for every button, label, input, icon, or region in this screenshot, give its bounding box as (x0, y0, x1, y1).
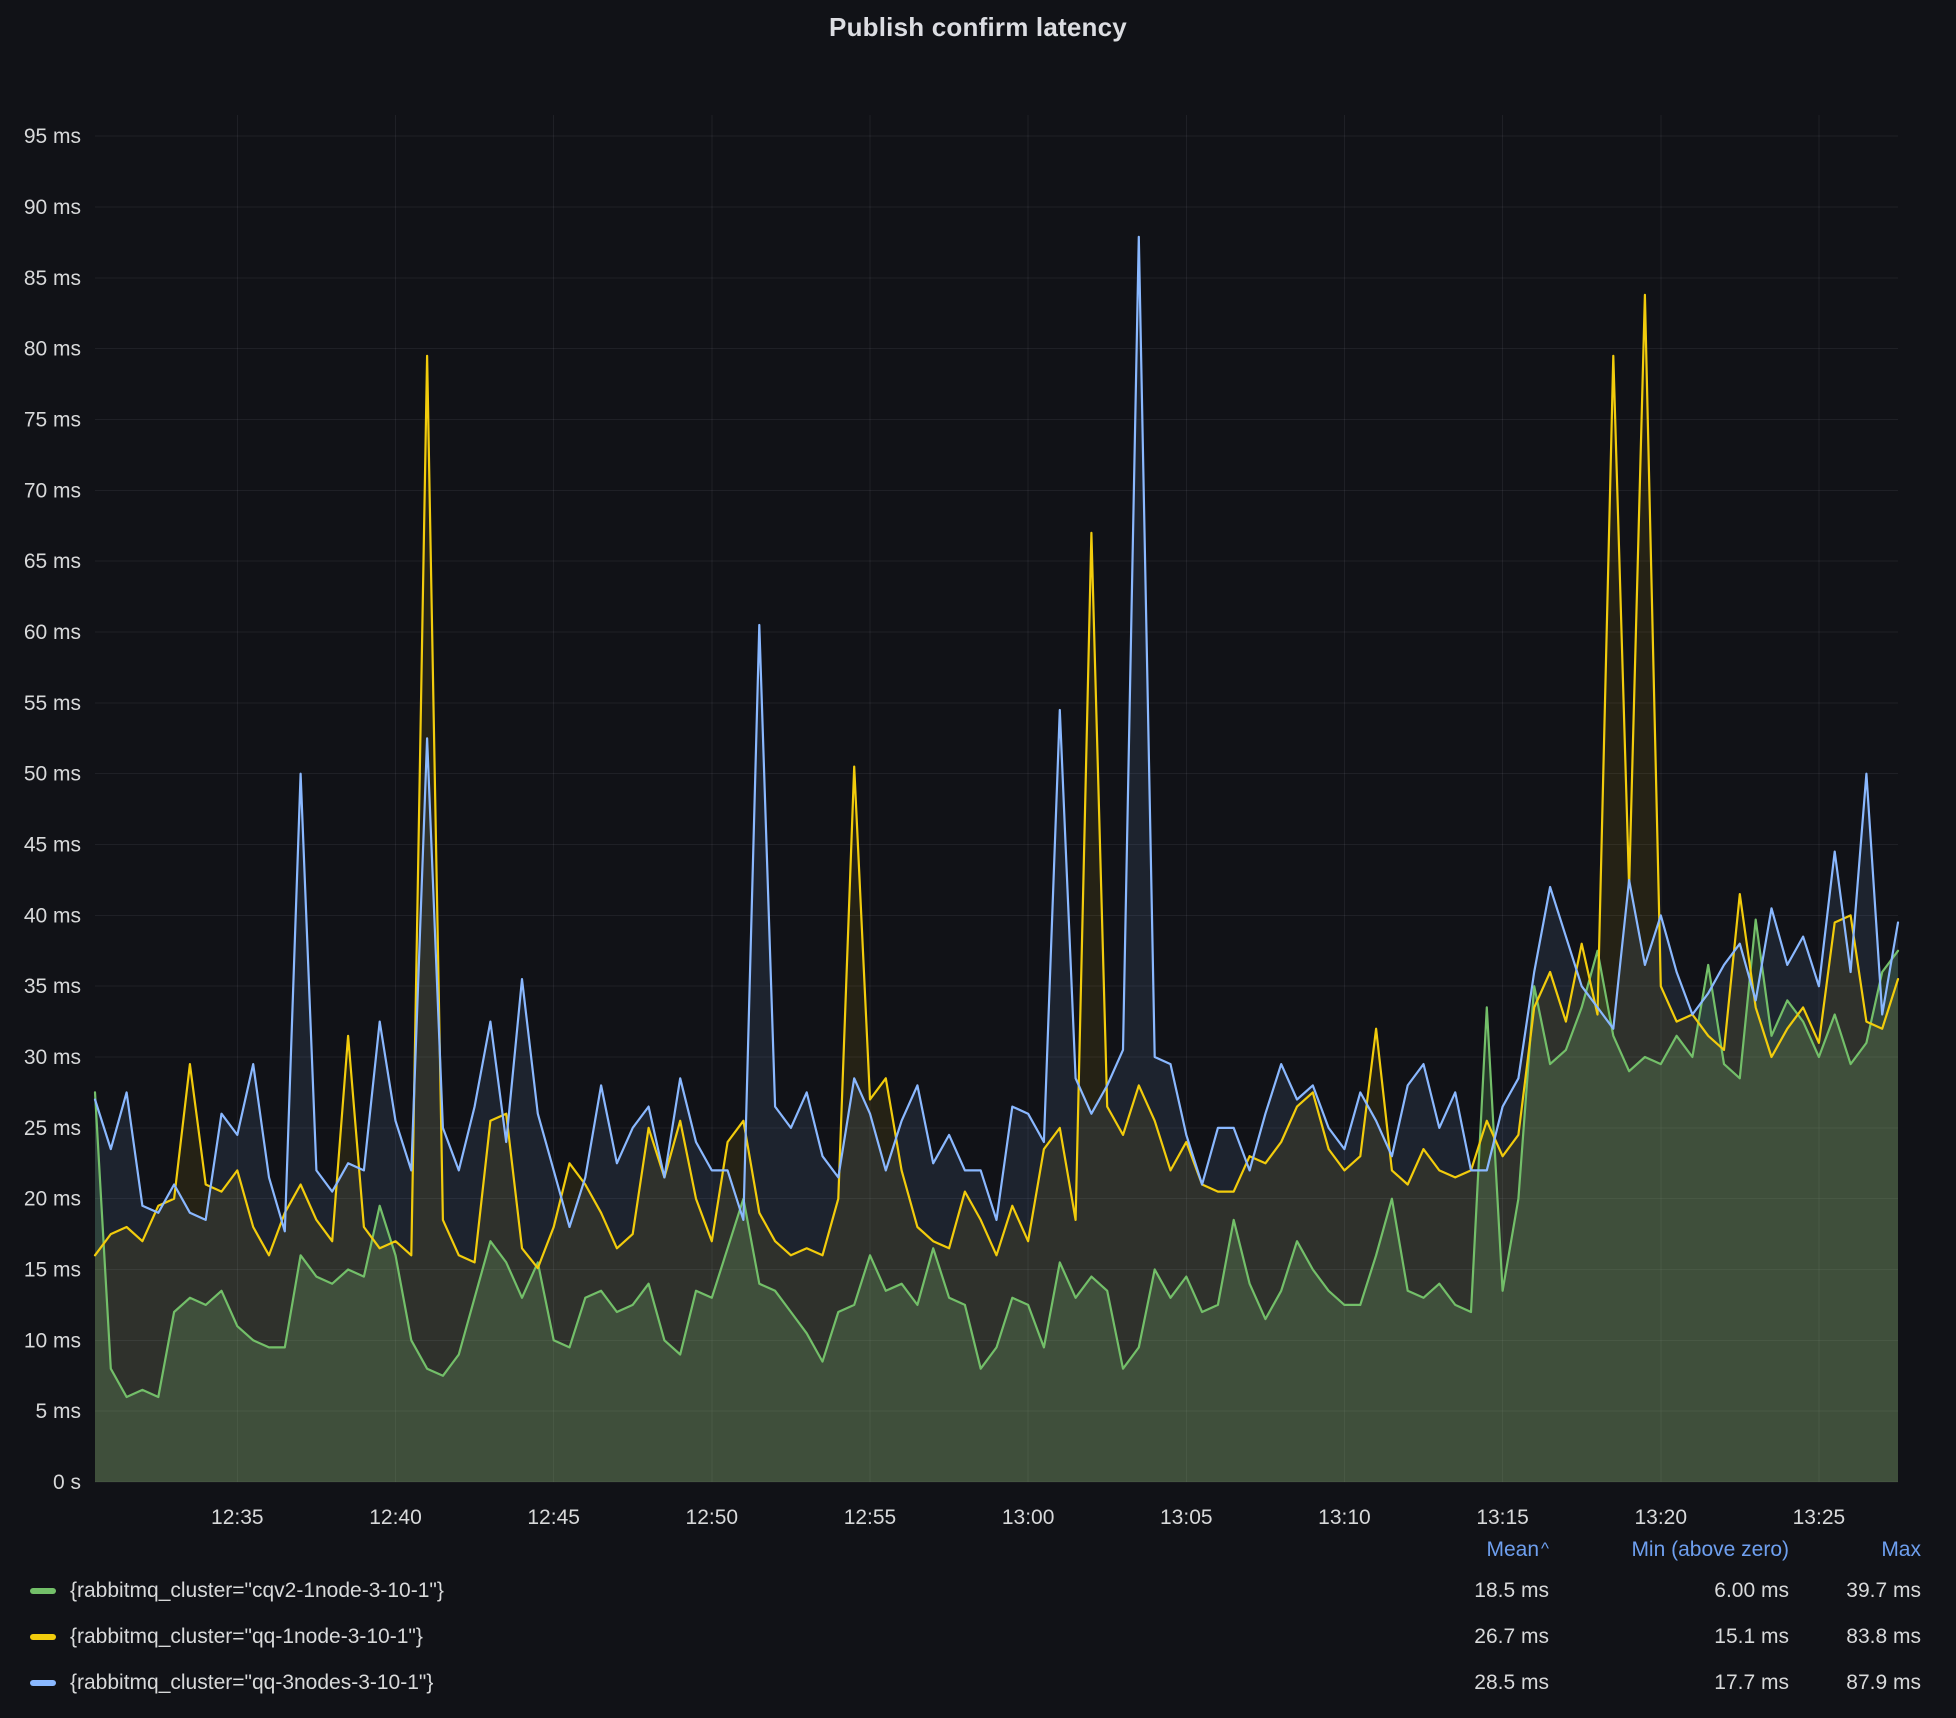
y-tick-label: 0 s (53, 1471, 81, 1494)
y-tick-label: 85 ms (24, 267, 81, 290)
series-max-value: 87.9 ms (1789, 1671, 1921, 1695)
y-tick-label: 20 ms (24, 1188, 81, 1211)
legend: Mean^ Min (above zero) Max {rabbitmq_clu… (0, 1532, 1956, 1706)
series-label[interactable]: {rabbitmq_cluster="cqv2-1node-3-10-1"} (70, 1579, 1399, 1603)
legend-header-row: Mean^ Min (above zero) Max (0, 1532, 1956, 1568)
y-tick-label: 5 ms (35, 1400, 81, 1423)
y-tick-label: 75 ms (24, 409, 81, 432)
series-label[interactable]: {rabbitmq_cluster="qq-3nodes-3-10-1"} (70, 1671, 1399, 1695)
y-tick-label: 60 ms (24, 621, 81, 644)
x-tick-label: 12:55 (844, 1506, 897, 1529)
x-tick-label: 12:35 (211, 1506, 264, 1529)
y-tick-label: 65 ms (24, 550, 81, 573)
y-tick-label: 15 ms (24, 1259, 81, 1282)
series-swatch-green[interactable] (30, 1588, 56, 1594)
y-tick-label: 50 ms (24, 763, 81, 786)
series-mean-value: 26.7 ms (1399, 1625, 1549, 1649)
series-max-value: 39.7 ms (1789, 1579, 1921, 1603)
series-min-value: 6.00 ms (1549, 1579, 1789, 1603)
chart-canvas[interactable]: 0 s 5 ms 10 ms 15 ms 20 ms 25 ms 30 ms 35 ms 40 … (0, 0, 1956, 1530)
x-tick-label: 13:10 (1318, 1506, 1371, 1529)
legend-item-qq-1node: {rabbitmq_cluster="qq-1node-3-10-1"} 26.… (0, 1614, 1956, 1660)
series-mean-value: 18.5 ms (1399, 1579, 1549, 1603)
y-tick-label: 35 ms (24, 975, 81, 998)
sort-caret-icon: ^ (1541, 1539, 1549, 1558)
series-min-value: 15.1 ms (1549, 1625, 1789, 1649)
legend-col-min[interactable]: Min (above zero) (1549, 1538, 1789, 1562)
x-tick-label: 13:15 (1476, 1506, 1529, 1529)
legend-item-qq-3nodes: {rabbitmq_cluster="qq-3nodes-3-10-1"} 28… (0, 1660, 1956, 1706)
series-label[interactable]: {rabbitmq_cluster="qq-1node-3-10-1"} (70, 1625, 1399, 1649)
y-tick-label: 80 ms (24, 338, 81, 361)
legend-col-max[interactable]: Max (1789, 1538, 1921, 1562)
x-tick-label: 13:05 (1160, 1506, 1213, 1529)
y-tick-label: 55 ms (24, 692, 81, 715)
x-tick-label: 12:50 (686, 1506, 739, 1529)
y-tick-label: 30 ms (24, 1046, 81, 1069)
series-swatch-yellow[interactable] (30, 1634, 56, 1640)
series-max-value: 83.8 ms (1789, 1625, 1921, 1649)
legend-col-mean-label: Mean (1486, 1538, 1539, 1561)
legend-col-mean[interactable]: Mean^ (1399, 1538, 1549, 1562)
x-tick-label: 13:20 (1634, 1506, 1687, 1529)
x-tick-label: 13:00 (1002, 1506, 1055, 1529)
legend-item-cqv2-1node: {rabbitmq_cluster="cqv2-1node-3-10-1"} 1… (0, 1568, 1956, 1614)
x-tick-label: 12:45 (527, 1506, 580, 1529)
series-mean-value: 28.5 ms (1399, 1671, 1549, 1695)
x-tick-label: 12:40 (369, 1506, 422, 1529)
series-min-value: 17.7 ms (1549, 1671, 1789, 1695)
y-tick-label: 70 ms (24, 479, 81, 502)
y-tick-label: 25 ms (24, 1117, 81, 1140)
y-tick-label: 40 ms (24, 904, 81, 927)
y-tick-label: 90 ms (24, 196, 81, 219)
y-tick-label: 95 ms (24, 125, 81, 148)
series-swatch-blue[interactable] (30, 1680, 56, 1686)
y-tick-label: 45 ms (24, 834, 81, 857)
y-tick-label: 10 ms (24, 1329, 81, 1352)
x-tick-label: 13:25 (1793, 1506, 1846, 1529)
